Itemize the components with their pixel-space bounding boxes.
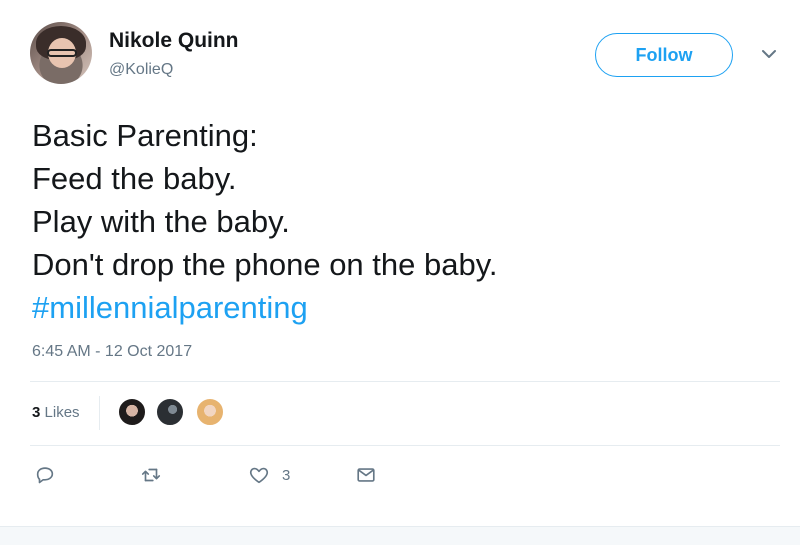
tweet-line: Don't drop the phone on the baby. [32, 247, 498, 282]
tweet-timestamp[interactable]: 6:45 AM - 12 Oct 2017 [32, 343, 192, 361]
chevron-down-icon[interactable] [759, 44, 779, 64]
retweet-button[interactable] [140, 459, 162, 491]
heart-icon [249, 467, 269, 484]
tweet-line: Play with the baby. [32, 204, 290, 239]
liker-avatar[interactable] [195, 397, 225, 427]
envelope-icon [357, 468, 375, 482]
like-button[interactable]: 3 [248, 459, 290, 491]
likes-label: Likes [44, 404, 80, 421]
tweet-card: Nikole Quinn @KolieQ Follow Basic Parent… [0, 0, 800, 526]
tweet-text: Basic Parenting: Feed the baby. Play wit… [32, 114, 498, 329]
hashtag-link[interactable]: #millennialparenting [32, 286, 498, 329]
author-display-name[interactable]: Nikole Quinn [109, 29, 239, 53]
avatar-glasses [47, 49, 77, 57]
author-handle[interactable]: @KolieQ [109, 61, 173, 79]
likes-stat[interactable]: 3 Likes [32, 404, 80, 421]
likes-count: 3 [32, 404, 41, 421]
divider [30, 381, 780, 382]
reply-area-band [0, 526, 800, 545]
like-count: 3 [282, 466, 291, 484]
liker-avatar[interactable] [117, 397, 147, 427]
tweet-line: Basic Parenting: [32, 118, 258, 153]
follow-button[interactable]: Follow [595, 33, 733, 77]
stats-separator [99, 396, 100, 430]
tweet-line: Feed the baby. [32, 161, 237, 196]
reply-icon [36, 467, 54, 484]
divider [30, 445, 780, 446]
liker-avatar[interactable] [155, 397, 185, 427]
author-avatar[interactable] [30, 22, 92, 84]
direct-message-button[interactable] [355, 459, 377, 491]
reply-button[interactable] [34, 459, 56, 491]
retweet-icon [141, 468, 161, 482]
